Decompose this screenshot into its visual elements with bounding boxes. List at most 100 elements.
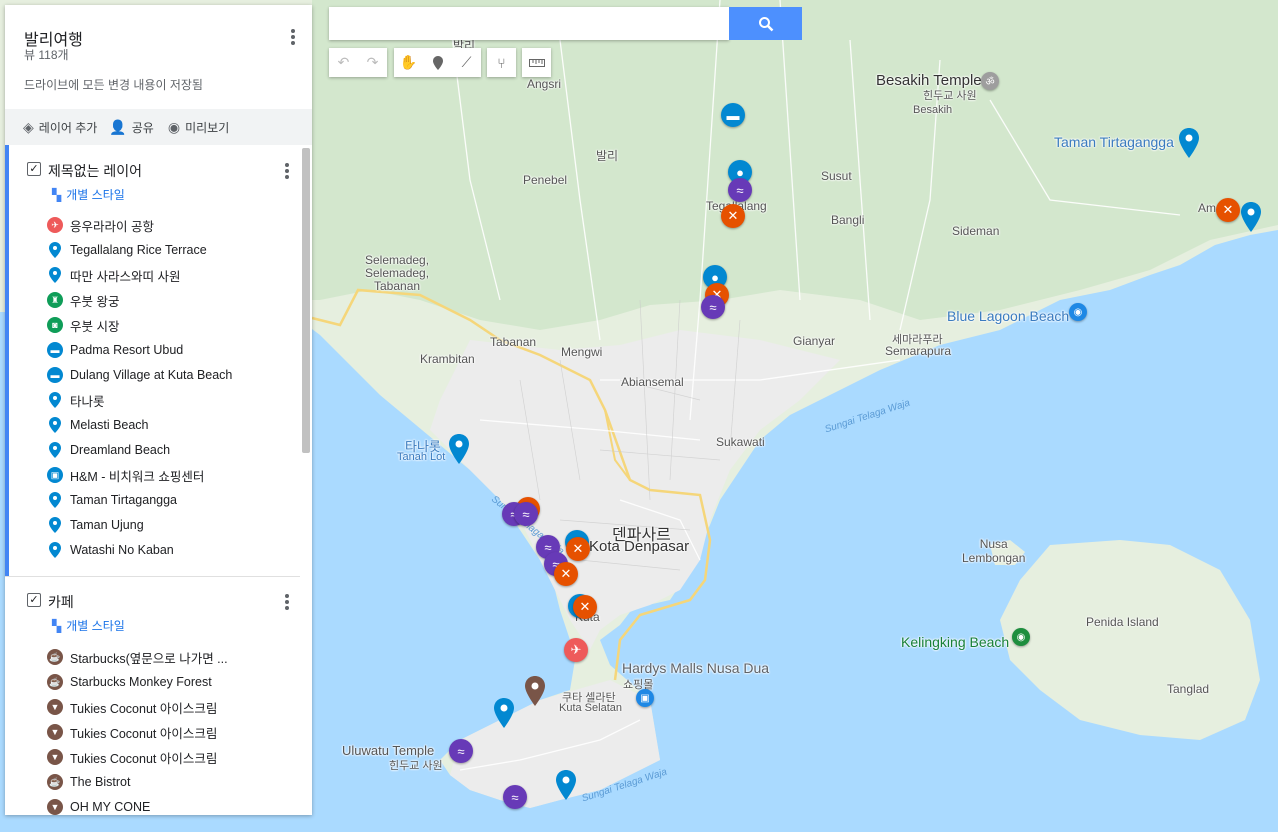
redo-icon[interactable]: ↷ [358,48,387,77]
map-label-blue-lagoon: Blue Lagoon Beach [947,308,1070,324]
directions-group: ⑂ [487,48,516,77]
map-pin-taman-tirtagangga[interactable] [1178,128,1200,158]
layer-item[interactable]: ◙ 우붓 시장 [47,314,119,336]
layer-2-checkbox[interactable]: ✓ [27,593,41,607]
measure-icon[interactable] [522,48,551,77]
map-pin-melasti[interactable] [555,770,577,800]
active-layer-indicator [5,145,9,577]
hotel-marker-icon[interactable]: ▬ [721,103,745,127]
layer-item[interactable]: Taman Tirtagangga [47,489,177,511]
preview-button[interactable]: ◉ 미리보기 [168,119,229,136]
food-marker-icon[interactable]: ✕ [566,537,590,561]
coffee-icon: ☕ [47,774,63,790]
layer-item[interactable]: ☕ Starbucks Monkey Forest [47,671,212,693]
layer-item[interactable]: ☕ Starbucks(옆문으로 나가면 ... [47,646,228,668]
layer-item-label: Starbucks(옆문으로 나가면 ... [70,651,228,666]
layer-item-label: 응우라라이 공항 [70,219,154,234]
layer-1-style-label: 개별 스타일 [66,188,125,202]
layer-1-checkbox[interactable]: ✓ [27,162,41,176]
layer-item[interactable]: Melasti Beach [47,414,149,436]
swim-marker-icon[interactable]: ≈ [514,502,538,526]
paint-roller-icon: ▚ [52,188,62,202]
swim-marker-icon[interactable]: ≈ [503,785,527,809]
pin-icon [49,267,61,283]
castle-icon: ♜ [47,292,63,308]
layer-item[interactable]: ♜ 우붓 왕궁 [47,289,119,311]
layer-item[interactable]: ▬ Dulang Village at Kuta Beach [47,364,232,386]
map-pin-cafe[interactable] [524,676,546,706]
draw-line-icon[interactable]: ⟋ [452,48,481,77]
paint-roller-icon: ▚ [52,619,62,633]
share-button[interactable]: 👤 공유 [109,119,154,136]
layer-item[interactable]: 타나롯 [47,389,105,411]
map-label-besakih: Besakih [913,104,953,116]
food-marker-icon[interactable]: ✕ [573,595,597,619]
layer-item-label: Tukies Coconut 아이스크림 [70,751,218,766]
map-pin-dreamland[interactable] [493,698,515,728]
layer-item[interactable]: ☕ The Bistrot [47,771,130,793]
map-pin-tanah-lot[interactable] [448,434,470,464]
swim-marker-icon[interactable]: ≈ [449,739,473,763]
food-marker-icon[interactable]: ✕ [721,204,745,228]
layer-item[interactable]: ▼ Tukies Coconut 아이스크림 [47,746,217,768]
add-layer-button[interactable]: ◈ 레이어 추가 [23,119,97,136]
camera-place-icon[interactable]: ◉ [1069,303,1087,321]
add-marker-icon[interactable] [423,48,452,77]
panel-scrollbar[interactable] [302,148,310,453]
layer-item-label: 타나롯 [70,394,105,409]
layer-item[interactable]: ▼ OH MY CONE [47,796,150,815]
layer-1-name[interactable]: 제목없는 레이어 [48,161,142,181]
food-marker-icon[interactable]: ✕ [554,562,578,586]
map-label-kelingking: Kelingking Beach [901,634,1010,650]
map-label-mengwi: Mengwi [561,345,603,359]
map-label-bangli: Bangli [831,213,865,227]
map-pin-taman-ujung[interactable] [1240,202,1262,232]
layer-2-style-link[interactable]: ▚ 개별 스타일 [52,617,125,634]
save-status: 드라이브에 모든 변경 내용이 저장됨 [24,78,203,92]
pin-icon [49,417,61,433]
layer-item[interactable]: Dreamland Beach [47,439,170,461]
hand-icon[interactable]: ✋ [394,48,423,77]
food-marker-icon[interactable]: ✕ [1216,198,1240,222]
shopping-place-icon[interactable]: ▣ [636,689,654,707]
measure-group [522,48,551,77]
swim-marker-icon[interactable]: ≈ [701,295,725,319]
airport-marker-icon[interactable]: ✈ [564,638,588,662]
layer-item[interactable]: Taman Ujung [47,514,144,536]
layer-item[interactable]: ▼ Tukies Coconut 아이스크림 [47,721,217,743]
layer-item[interactable]: ▣ H&M - 비치워크 쇼핑센터 [47,464,204,486]
layer-item[interactable]: ▬ Padma Resort Ubud [47,339,183,361]
swim-marker-icon[interactable]: ≈ [728,178,752,202]
layer-1-style-link[interactable]: ▚ 개별 스타일 [52,186,125,203]
pin-icon [49,517,61,533]
draw-tools-group: ✋ ⟋ [394,48,481,77]
search-button[interactable] [729,7,802,40]
hotel-icon: ▬ [47,367,63,383]
layer-2-name[interactable]: 카페 [48,592,74,612]
layer-item[interactable]: 따만 사라스와띠 사원 [47,264,180,286]
layer-item[interactable]: Watashi No Kaban [47,539,174,561]
map-label-susut: Susut [821,169,852,183]
layer-2-options-icon[interactable] [282,592,292,612]
add-layer-label: 레이어 추가 [38,120,98,135]
layer-item-label: Melasti Beach [70,418,149,432]
map-label-besakih-temple-ko: 힌두교 사원 [923,90,977,102]
map-label-gianyar: Gianyar [793,334,836,348]
layer-item[interactable]: Tegallalang Rice Terrace [47,239,207,261]
undo-icon[interactable]: ↶ [329,48,358,77]
map-label-sideman: Sideman [952,224,1000,238]
preview-label: 미리보기 [185,120,230,135]
pin-icon [49,542,61,558]
directions-icon[interactable]: ⑂ [487,48,516,77]
layer-1-options-icon[interactable] [282,161,292,181]
search-input[interactable] [329,7,729,40]
layer-item[interactable]: ✈ 응우라라이 공항 [47,214,154,236]
layer-item-label: OH MY CONE [70,800,151,814]
camera-place-icon[interactable]: ◉ [1012,628,1030,646]
map-label-denpasar: Kota Denpasar [589,538,690,555]
layer-item[interactable]: ▼ Tukies Coconut 아이스크림 [47,696,217,718]
map-options-menu-icon[interactable] [288,27,298,47]
temple-place-icon[interactable]: ॐ [981,72,999,90]
map-label-krambitan: Krambitan [420,352,475,366]
add-person-icon: 👤 [109,118,127,135]
